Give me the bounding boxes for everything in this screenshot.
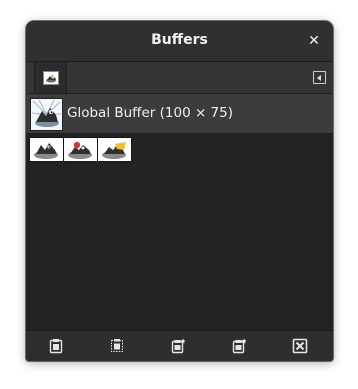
buffers-toolbar [26, 330, 333, 361]
title-bar[interactable]: Buffers ✕ [26, 21, 333, 62]
buffer-item[interactable] [29, 137, 64, 162]
global-buffer-thumbnail [30, 98, 63, 131]
paste-new-layer-icon [171, 338, 186, 354]
wilber-yellow-thumbnail [98, 138, 131, 161]
paste-new-image-icon [232, 338, 247, 354]
paste-as-new-layer-button[interactable] [168, 336, 188, 356]
chevron-left-icon [317, 74, 321, 81]
global-buffer-row[interactable]: Global Buffer (100 × 75) [26, 94, 333, 134]
buffer-item[interactable] [63, 137, 98, 162]
buffer-grid[interactable] [26, 134, 333, 330]
delete-buffer-button[interactable] [290, 336, 310, 356]
buffers-dialog: Buffers ✕ Global Buffer (100 × 75) [26, 21, 333, 361]
global-buffer-label: Global Buffer (100 × 75) [67, 105, 233, 121]
wilber-red-thumbnail [64, 138, 97, 161]
wilber-thumbnail [30, 138, 63, 161]
close-button[interactable]: ✕ [303, 30, 325, 52]
buffer-item[interactable] [97, 137, 132, 162]
tab-buffers[interactable] [34, 62, 67, 93]
configure-tab-button[interactable] [313, 71, 326, 84]
buffers-tab-icon [42, 70, 59, 85]
dock-tab-bar [26, 62, 333, 94]
paste-buffer-button[interactable] [46, 336, 66, 356]
close-icon: ✕ [308, 33, 320, 49]
dialog-title: Buffers [151, 32, 208, 48]
paste-into-selection-button[interactable] [107, 336, 127, 356]
paste-into-icon [111, 339, 123, 352]
paste-as-new-image-button[interactable] [229, 336, 249, 356]
paste-icon [49, 339, 63, 354]
delete-icon [292, 338, 308, 354]
